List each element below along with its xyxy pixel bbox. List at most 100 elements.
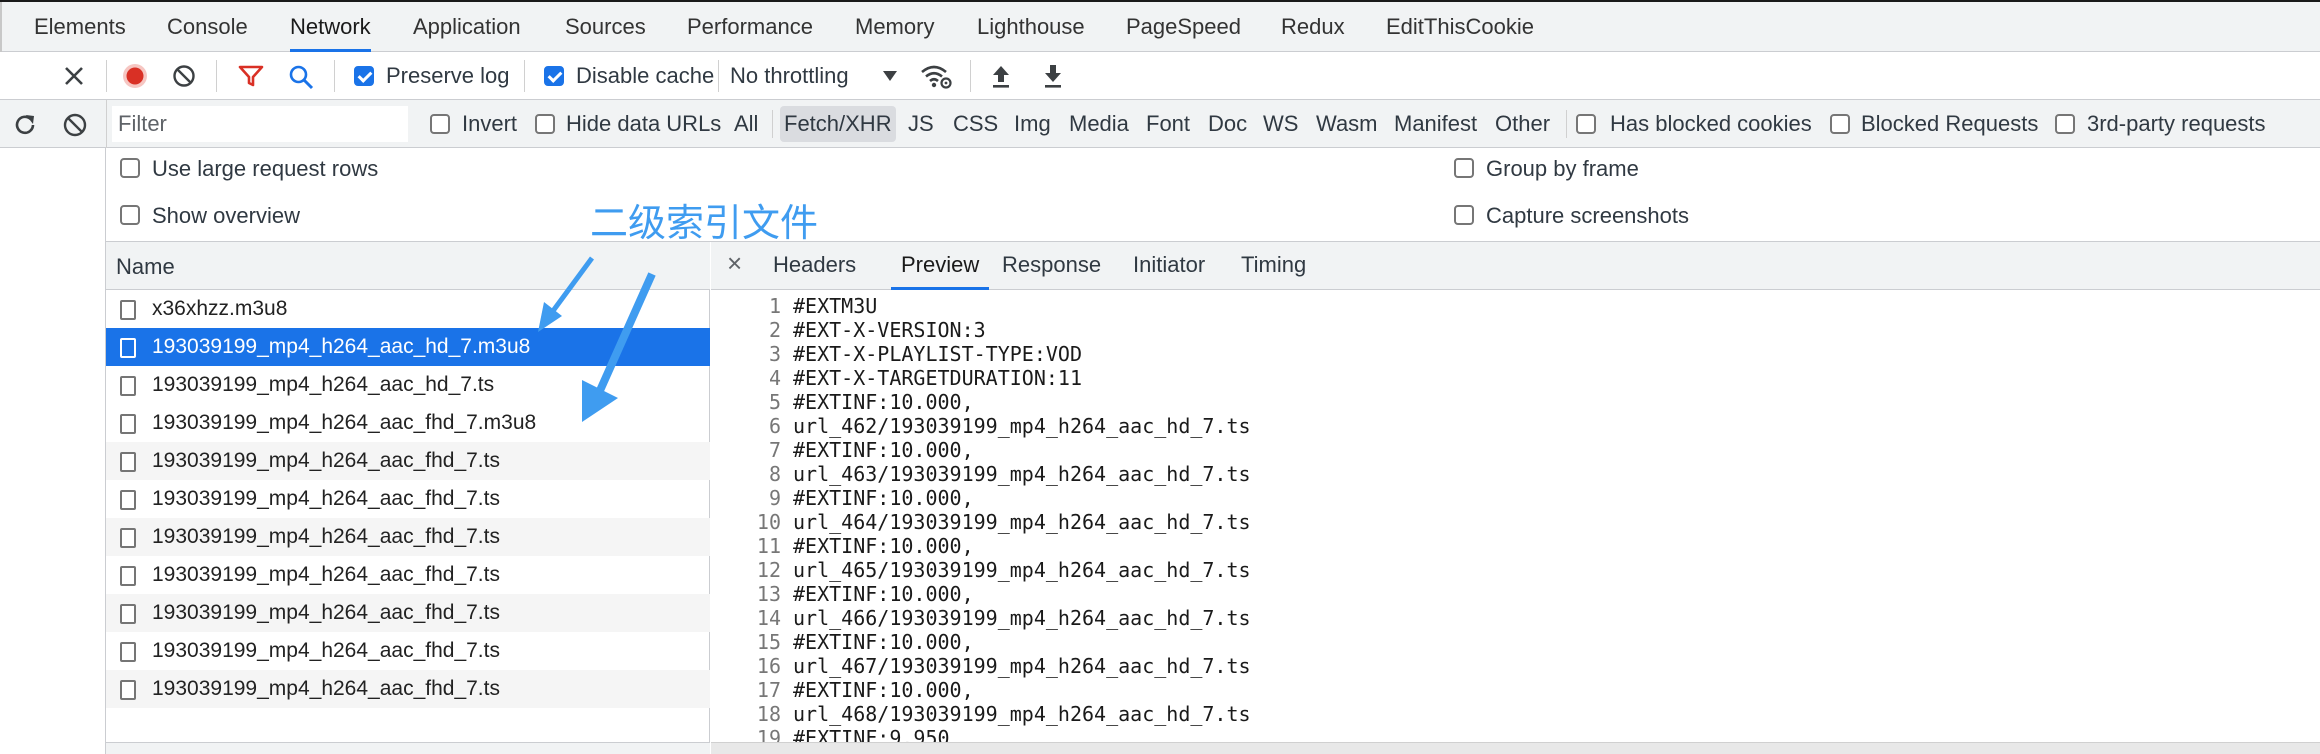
- file-icon: [120, 642, 136, 662]
- throttling-select[interactable]: No throttling: [730, 63, 849, 89]
- disable-cache-label[interactable]: Disable cache: [576, 63, 714, 89]
- line-number: 14: [756, 606, 781, 630]
- show-overview-checkbox[interactable]: [120, 205, 140, 225]
- filter-input[interactable]: [112, 106, 408, 142]
- type-filter-media[interactable]: Media: [1065, 106, 1133, 142]
- file-icon: [120, 376, 136, 396]
- toolbar-divider: [334, 60, 335, 92]
- request-row[interactable]: 193039199_mp4_h264_aac_fhd_7.ts: [106, 442, 710, 480]
- request-row[interactable]: 193039199_mp4_h264_aac_fhd_7.ts: [106, 632, 710, 670]
- panel-divider: [0, 2, 2, 52]
- tab-lighthouse[interactable]: Lighthouse: [977, 2, 1085, 52]
- file-icon: [120, 300, 136, 320]
- invert-checkbox[interactable]: [430, 114, 450, 134]
- type-filter-other[interactable]: Other: [1491, 106, 1554, 142]
- upload-icon[interactable]: [990, 63, 1012, 89]
- name-column-header[interactable]: Name: [116, 254, 175, 280]
- line-number: 8: [768, 462, 781, 486]
- tab-response[interactable]: Response: [1002, 242, 1101, 290]
- record-icon[interactable]: [122, 63, 148, 89]
- third-party-checkbox[interactable]: [2055, 114, 2075, 134]
- tab-performance[interactable]: Performance: [687, 2, 813, 52]
- file-icon: [120, 414, 136, 434]
- type-filter-all[interactable]: All: [730, 106, 762, 142]
- request-row[interactable]: 193039199_mp4_h264_aac_fhd_7.ts: [106, 670, 710, 708]
- tab-application[interactable]: Application: [413, 2, 521, 52]
- horizontal-scrollbar[interactable]: [711, 742, 2320, 754]
- tab-initiator[interactable]: Initiator: [1133, 242, 1205, 290]
- show-overview-label[interactable]: Show overview: [152, 203, 300, 229]
- line-number: 2: [768, 318, 781, 342]
- type-filter-font[interactable]: Font: [1142, 106, 1194, 142]
- tab-memory[interactable]: Memory: [855, 2, 934, 52]
- third-party-label[interactable]: 3rd-party requests: [2087, 111, 2266, 137]
- tab-redux[interactable]: Redux: [1281, 2, 1345, 52]
- group-by-frame-label[interactable]: Group by frame: [1486, 156, 1639, 182]
- line-number: 5: [768, 390, 781, 414]
- line-number: 18: [756, 702, 781, 726]
- type-divider: [1566, 110, 1567, 138]
- line-number: 3: [768, 342, 781, 366]
- preserve-log-checkbox[interactable]: [354, 66, 374, 86]
- line-text: #EXTINF:10.000,: [793, 438, 974, 462]
- line-number: 13: [756, 582, 781, 606]
- tab-pagespeed[interactable]: PageSpeed: [1126, 2, 1241, 52]
- blocked-cookies-checkbox[interactable]: [1576, 114, 1596, 134]
- capture-screenshots-checkbox[interactable]: [1454, 205, 1474, 225]
- line-text: url_463/193039199_mp4_h264_aac_hd_7.ts: [793, 462, 1251, 486]
- request-name: x36xhzz.m3u8: [152, 297, 288, 320]
- type-filter-js[interactable]: JS: [904, 106, 938, 142]
- tab-sources[interactable]: Sources: [565, 2, 646, 52]
- request-row[interactable]: 193039199_mp4_h264_aac_fhd_7.ts: [106, 518, 710, 556]
- type-filter-css[interactable]: CSS: [949, 106, 1002, 142]
- hide-data-urls-checkbox[interactable]: [535, 114, 555, 134]
- wifi-settings-icon[interactable]: [920, 62, 952, 90]
- download-icon[interactable]: [1042, 63, 1064, 89]
- hide-data-urls-label[interactable]: Hide data URLs: [566, 111, 721, 137]
- detail-tabs: × Headers Preview Response Initiator Tim…: [711, 242, 2320, 290]
- tab-preview[interactable]: Preview: [891, 242, 990, 290]
- tab-timing[interactable]: Timing: [1241, 242, 1306, 290]
- capture-screenshots-label[interactable]: Capture screenshots: [1486, 203, 1689, 229]
- request-name: 193039199_mp4_h264_aac_fhd_7.ts: [152, 525, 500, 548]
- line-text: #EXTINF:10.000,: [793, 534, 974, 558]
- line-text: url_462/193039199_mp4_h264_aac_hd_7.ts: [793, 414, 1251, 438]
- blocked-cookies-label[interactable]: Has blocked cookies: [1610, 111, 1812, 137]
- preview-code-view[interactable]: 1 #EXTM3U 2 #EXT-X-VERSION:3 3 #EXT-X-PLAYLIS…: [711, 294, 2320, 750]
- preserve-log-label[interactable]: Preserve log: [386, 63, 510, 89]
- large-rows-label[interactable]: Use large request rows: [152, 156, 378, 182]
- type-filter-manifest[interactable]: Manifest: [1390, 106, 1481, 142]
- refresh-icon[interactable]: [12, 112, 38, 138]
- chevron-down-icon[interactable]: [882, 70, 898, 82]
- close-icon[interactable]: [62, 64, 86, 88]
- close-icon[interactable]: ×: [727, 248, 742, 279]
- disable-cache-checkbox[interactable]: [544, 66, 564, 86]
- type-filter-fetch-xhr[interactable]: Fetch/XHR: [780, 106, 896, 142]
- request-row[interactable]: 193039199_mp4_h264_aac_fhd_7.ts: [106, 556, 710, 594]
- filter-divider: [106, 100, 107, 148]
- line-text: #EXTINF:10.000,: [793, 630, 974, 654]
- tab-elements[interactable]: Elements: [34, 2, 126, 52]
- group-by-frame-checkbox[interactable]: [1454, 158, 1474, 178]
- tab-headers[interactable]: Headers: [773, 242, 856, 290]
- toolbar-divider: [718, 60, 719, 92]
- search-icon[interactable]: [288, 64, 314, 90]
- tab-network[interactable]: Network: [290, 2, 371, 52]
- type-filter-doc[interactable]: Doc: [1204, 106, 1251, 142]
- tab-editthiscookie[interactable]: EditThisCookie: [1386, 2, 1534, 52]
- block-icon[interactable]: [62, 112, 88, 138]
- blocked-requests-label[interactable]: Blocked Requests: [1861, 111, 2038, 137]
- request-row[interactable]: 193039199_mp4_h264_aac_fhd_7.ts: [106, 594, 710, 632]
- type-filter-wasm[interactable]: Wasm: [1312, 106, 1382, 142]
- invert-label[interactable]: Invert: [462, 111, 517, 137]
- clear-icon[interactable]: [172, 64, 196, 88]
- request-row[interactable]: 193039199_mp4_h264_aac_fhd_7.ts: [106, 480, 710, 518]
- type-filter-img[interactable]: Img: [1010, 106, 1055, 142]
- type-filter-ws[interactable]: WS: [1259, 106, 1302, 142]
- large-rows-checkbox[interactable]: [120, 158, 140, 178]
- file-icon: [120, 338, 136, 358]
- blocked-requests-checkbox[interactable]: [1830, 114, 1850, 134]
- tab-console[interactable]: Console: [167, 2, 248, 52]
- filter-icon[interactable]: [238, 64, 264, 88]
- line-number: 16: [756, 654, 781, 678]
